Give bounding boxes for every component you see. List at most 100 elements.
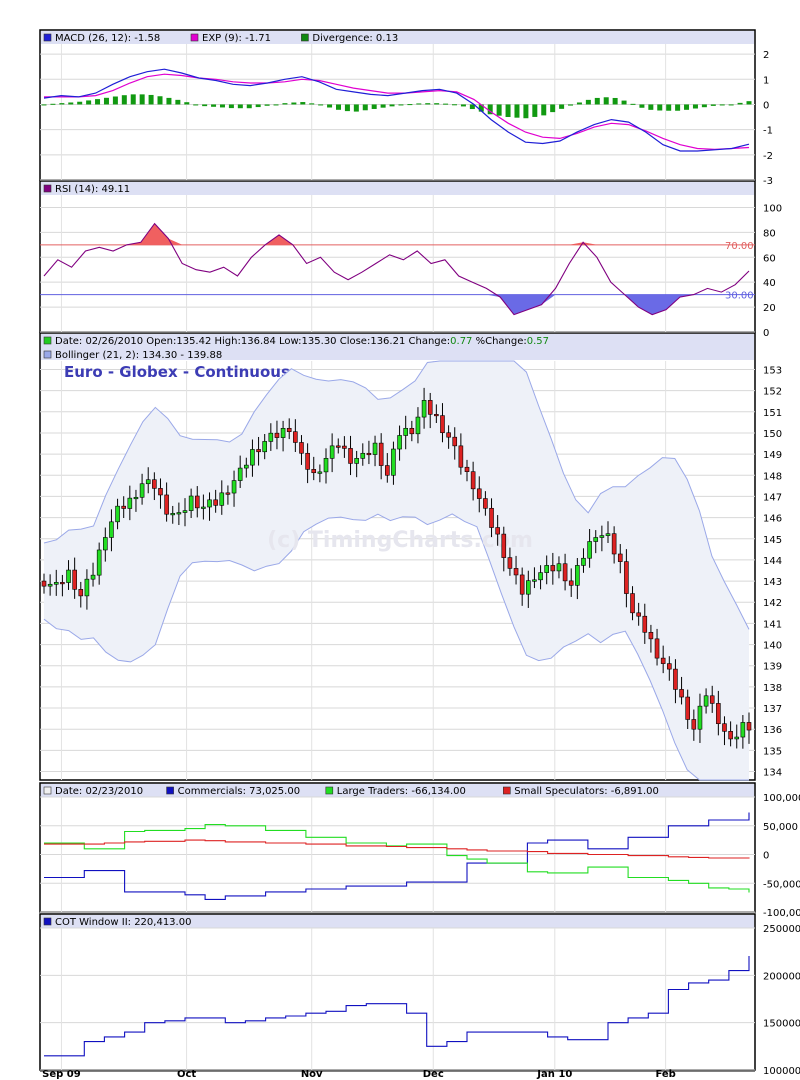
divergence-bar [362,104,368,111]
legend-text: COT Window II: 220,413.00 [55,917,191,928]
candle-body [250,449,255,466]
candle-body [716,703,721,725]
candle-body [96,549,102,576]
y-tick-label-macd: -2 [763,151,773,162]
divergence-bar [50,103,56,105]
candle-body [464,466,470,472]
y-tick-label-price: 137 [763,704,782,715]
divergence-bar [344,104,350,112]
divergence-bar [103,97,109,105]
chart-stage: 2 1 0 -1 -2 -3 100 80 60 40 20 0 153 152 151 150 149 148 1… [0,0,800,1080]
y-tick-label-price: 138 [763,683,782,694]
candle-body [109,521,114,538]
y-tick-label-macd: -1 [763,126,773,137]
divergence-bar [300,102,306,105]
divergence-bar [193,104,199,106]
candle-body [164,494,169,515]
candle-body [691,719,697,730]
candle-body [513,568,519,576]
divergence-bar [291,102,297,105]
y-tick-label-macd: -3 [763,176,773,187]
candle-body [305,452,310,470]
divergence-bar [701,104,707,108]
divergence-bar [130,94,136,105]
divergence-bar [59,103,65,105]
y-tick-label-rsi: 20 [763,303,776,314]
divergence-bar [264,104,270,106]
legend-text: Bollinger (21, 2): 134.30 - 139.88 [55,350,222,361]
candle-body [470,471,476,490]
candle-body [237,467,243,481]
candle-body [53,582,59,585]
y-tick-label-price: 153 [763,365,782,376]
y-tick-label-price: 140 [763,641,782,652]
y-tick-label-cot: 50,000 [763,822,798,833]
candle-body [274,432,280,438]
candle-body [311,469,317,474]
candle-body [323,458,329,473]
candle-body [372,442,378,455]
divergence-bar [550,104,556,113]
divergence-bar [675,104,681,111]
y-tick-label-price: 152 [763,387,782,398]
candle-body [329,445,335,459]
legend-swatch [43,786,52,795]
candle-body [660,657,666,664]
divergence-bar [443,103,449,105]
candle-body [41,580,47,587]
candle-body [593,537,599,542]
legend-swatch [301,33,309,42]
candle-body [403,427,408,436]
divergence-bar [139,94,145,105]
candle-body [507,557,513,569]
candle-body [728,731,733,740]
candle-body [440,415,445,434]
legend-swatch [190,33,199,42]
legend-text: Divergence: 0.13 [312,33,398,44]
candle-body [526,580,531,595]
candle-body [293,431,298,443]
candle-body [354,458,359,464]
candle-body [550,565,556,572]
candle-body [121,505,126,509]
divergence-bar [452,104,458,106]
candle-body [630,593,635,614]
divergence-bar [407,104,413,106]
candle-body [158,488,163,496]
divergence-bar [559,104,565,109]
y-tick-label-price: 148 [763,471,782,482]
divergence-bar [327,104,333,108]
divergence-bar [121,95,127,105]
divergence-bar [594,97,600,105]
candle-body [60,582,65,585]
divergence-bar [568,104,574,106]
divergence-bar [532,104,538,117]
y-tick-label-cot: 100,000 [763,793,800,804]
candle-body [452,436,458,447]
legend-swatch [43,336,52,345]
candle-body [703,695,709,707]
y-tick-label-price: 139 [763,662,782,673]
divergence-bar [684,104,690,110]
candle-body [152,479,157,489]
candle-body [219,492,225,506]
candle-body [746,722,752,731]
candle-body [90,574,96,580]
candle-body [115,505,120,523]
candle-body [47,583,53,587]
y-tick-label-rsi: 60 [763,253,776,264]
divergence-bar [318,104,324,106]
candle-body [225,492,231,495]
divergence-bar [353,104,359,112]
divergence-bar [237,104,243,109]
candle-body [489,507,494,528]
legend-text: EXP (9): -1.71 [202,33,271,44]
legend-swatch [43,917,52,926]
divergence-bar [184,102,190,105]
candle-body [201,506,206,509]
divergence-bar [380,104,386,108]
divergence-bar [175,99,181,105]
candle-body [127,497,133,509]
divergence-bar [246,104,252,109]
y-tick-label-price: 151 [763,408,782,419]
